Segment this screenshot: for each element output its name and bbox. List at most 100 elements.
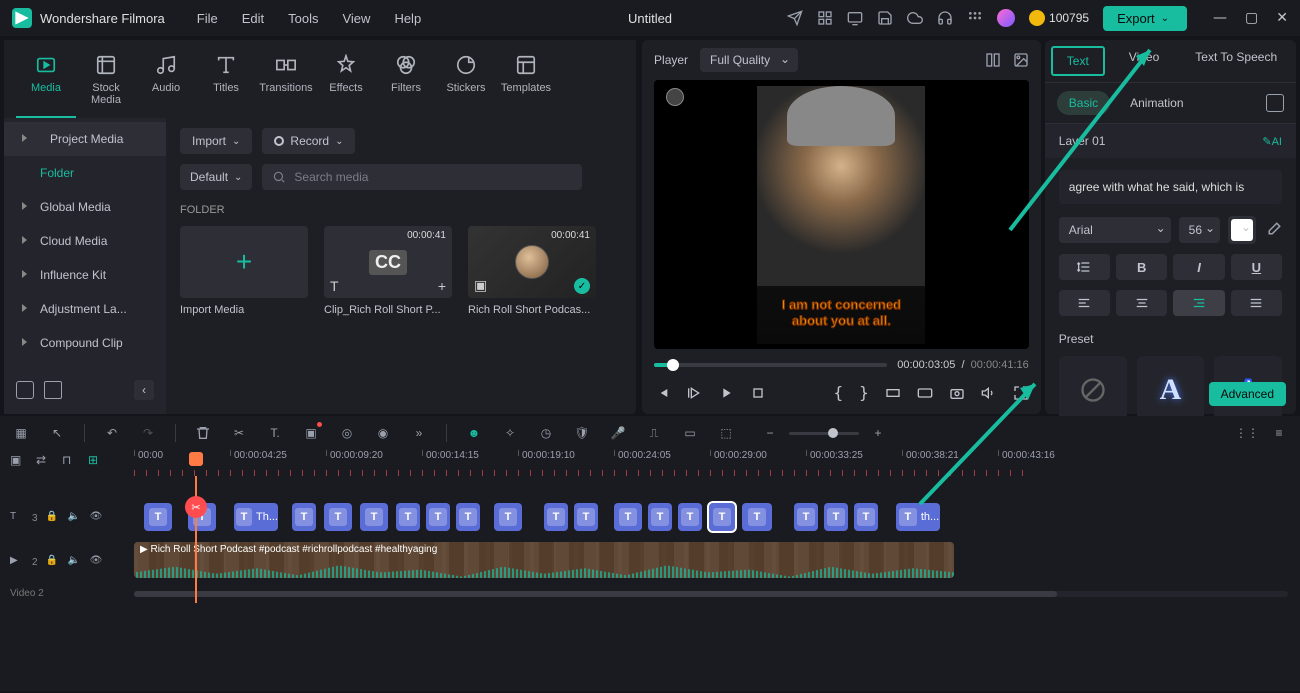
sort-dropdown[interactable]: Default⌄ bbox=[180, 164, 252, 190]
mute-icon[interactable]: 🔈 bbox=[68, 555, 82, 569]
text-clip[interactable]: T bbox=[144, 503, 172, 531]
stop-icon[interactable] bbox=[750, 385, 766, 401]
video-track-body[interactable]: ▶ Rich Roll Short Podcast #podcast #rich… bbox=[134, 542, 1300, 582]
inspector-tab-video[interactable]: Video bbox=[1111, 40, 1177, 82]
timeline-ruler[interactable]: 00:0000:00:04:2500:00:09:2000:00:14:1500… bbox=[134, 450, 1300, 476]
marker-icon[interactable]: ⬚ bbox=[717, 424, 735, 442]
inspector-tab-tts[interactable]: Text To Speech bbox=[1177, 40, 1295, 82]
import-button[interactable]: Import⌄ bbox=[180, 128, 252, 154]
eyedropper-icon[interactable] bbox=[1264, 221, 1282, 239]
tab-transitions[interactable]: Transitions bbox=[256, 48, 316, 118]
mark-out-icon[interactable]: } bbox=[859, 383, 869, 402]
subtab-animation[interactable]: Animation bbox=[1130, 96, 1183, 110]
sidebar-item-influence[interactable]: Influence Kit bbox=[4, 258, 166, 292]
tab-templates[interactable]: Templates bbox=[496, 48, 556, 118]
font-family-select[interactable]: Arial bbox=[1059, 217, 1171, 243]
volume-icon[interactable] bbox=[981, 385, 997, 401]
ai-icon[interactable]: ☻ bbox=[465, 424, 483, 442]
menu-help[interactable]: Help bbox=[394, 11, 421, 26]
mute-icon[interactable]: 🔈 bbox=[68, 511, 82, 525]
mark-in-icon[interactable]: { bbox=[834, 383, 844, 402]
speed-icon[interactable]: ◷ bbox=[537, 424, 555, 442]
coin-balance[interactable]: 100795 bbox=[1029, 10, 1089, 26]
apps-icon[interactable] bbox=[967, 10, 983, 26]
tl-apps-icon[interactable]: ▦ bbox=[12, 424, 30, 442]
cut-badge-icon[interactable]: ✂ bbox=[185, 496, 207, 518]
tl-view1-icon[interactable]: ⋮⋮ bbox=[1238, 424, 1256, 442]
sidebar-item-adjustment[interactable]: Adjustment La... bbox=[4, 292, 166, 326]
scrub-bar[interactable] bbox=[654, 363, 887, 367]
color-picker[interactable] bbox=[1228, 216, 1256, 244]
text-clip[interactable]: T bbox=[456, 503, 480, 531]
tl-link-icon[interactable]: ⇄ bbox=[36, 453, 54, 471]
tab-media[interactable]: Media bbox=[16, 48, 76, 118]
playhead[interactable]: ✂ bbox=[195, 476, 197, 603]
mic-icon[interactable]: 🎤 bbox=[609, 424, 627, 442]
subtab-basic[interactable]: Basic bbox=[1057, 91, 1110, 115]
preset-none[interactable] bbox=[1059, 356, 1127, 424]
text-clip[interactable]: T bbox=[324, 503, 352, 531]
text-clip[interactable]: Tth... bbox=[896, 503, 940, 531]
account-avatar[interactable] bbox=[997, 9, 1015, 27]
tab-titles[interactable]: Titles bbox=[196, 48, 256, 118]
grid-icon[interactable] bbox=[817, 10, 833, 26]
text-clip[interactable]: T bbox=[574, 503, 598, 531]
tl-pointer-icon[interactable]: ↖ bbox=[48, 424, 66, 442]
advanced-button[interactable]: Advanced bbox=[1209, 382, 1286, 406]
tab-stock-media[interactable]: Stock Media bbox=[76, 48, 136, 118]
overflow-icon[interactable]: » bbox=[410, 424, 428, 442]
sidebar-item-global[interactable]: Global Media bbox=[4, 190, 166, 224]
text-clip[interactable]: T bbox=[360, 503, 388, 531]
menu-edit[interactable]: Edit bbox=[242, 11, 264, 26]
align-justify-button[interactable] bbox=[1231, 290, 1282, 316]
ungroup-icon[interactable]: ◉ bbox=[374, 424, 392, 442]
fullscreen-icon[interactable] bbox=[1013, 385, 1029, 401]
split-icon[interactable]: ✂ bbox=[230, 424, 248, 442]
text-clip[interactable]: T bbox=[648, 503, 672, 531]
crop-icon[interactable]: ▣ bbox=[302, 424, 320, 442]
sidebar-project-media[interactable]: Project Media bbox=[4, 122, 166, 156]
play-pause-icon[interactable] bbox=[686, 385, 702, 401]
text-clip[interactable]: TTh... bbox=[234, 503, 278, 531]
sidebar-item-compound[interactable]: Compound Clip bbox=[4, 326, 166, 360]
enhance-icon[interactable]: ✧ bbox=[501, 424, 519, 442]
timeline-scrollbar[interactable] bbox=[134, 591, 1288, 597]
text-clip[interactable]: T bbox=[544, 503, 568, 531]
text-clip[interactable]: T bbox=[854, 503, 878, 531]
text-clip[interactable]: T bbox=[426, 503, 450, 531]
video-clip[interactable]: ▶ Rich Roll Short Podcast #podcast #rich… bbox=[134, 542, 954, 578]
zoom-out-icon[interactable]: − bbox=[761, 424, 779, 442]
text-clip[interactable]: T bbox=[742, 503, 772, 531]
import-media-tile[interactable]: + Import Media bbox=[180, 226, 308, 316]
sidebar-item-folder[interactable]: Folder bbox=[4, 156, 166, 190]
text-tool-icon[interactable]: T. bbox=[266, 424, 284, 442]
shield-icon[interactable]: 🛡 bbox=[573, 424, 591, 442]
prev-frame-icon[interactable] bbox=[654, 385, 670, 401]
menu-tools[interactable]: Tools bbox=[288, 11, 318, 26]
preview-viewport[interactable]: I am not concerned about you at all. bbox=[654, 80, 1029, 349]
tl-magnet-icon[interactable]: ⊓ bbox=[62, 453, 80, 471]
save-preset-icon[interactable] bbox=[1266, 94, 1284, 112]
preset-style-1[interactable]: A bbox=[1137, 356, 1205, 424]
text-clip[interactable]: T bbox=[709, 503, 735, 531]
text-clip[interactable]: T bbox=[292, 503, 316, 531]
menu-file[interactable]: File bbox=[197, 11, 218, 26]
text-clip[interactable]: T bbox=[494, 503, 522, 531]
zoom-slider[interactable] bbox=[789, 432, 859, 435]
sidebar-item-cloud[interactable]: Cloud Media bbox=[4, 224, 166, 258]
tl-snap-icon[interactable]: ▣ bbox=[10, 453, 28, 471]
text-clip[interactable]: T bbox=[794, 503, 818, 531]
media-item-cc[interactable]: 00:00:41 CC T + Clip_Rich Roll Short P..… bbox=[324, 226, 452, 316]
tab-effects[interactable]: Effects bbox=[316, 48, 376, 118]
aspect-icon[interactable] bbox=[917, 385, 933, 401]
cloud-icon[interactable] bbox=[907, 10, 923, 26]
align-center-button[interactable] bbox=[1116, 290, 1167, 316]
send-icon[interactable] bbox=[787, 10, 803, 26]
align-left-button[interactable] bbox=[1059, 290, 1110, 316]
add-plus-icon[interactable]: + bbox=[438, 278, 446, 294]
text-clip[interactable]: T bbox=[824, 503, 848, 531]
media-item-video[interactable]: 00:00:41 ▣ ✓ Rich Roll Short Podcas... bbox=[468, 226, 596, 316]
layout-icon[interactable] bbox=[985, 52, 1001, 68]
layer-header[interactable]: Layer 01 ✎AI bbox=[1045, 124, 1296, 158]
italic-button[interactable]: I bbox=[1173, 254, 1224, 280]
